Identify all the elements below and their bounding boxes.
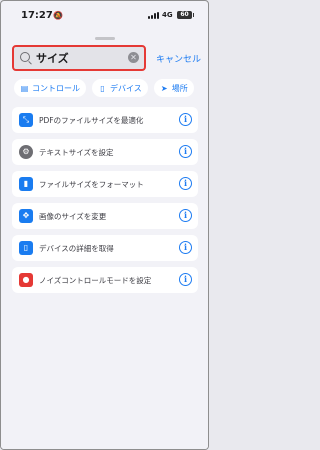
search-icon: [20, 52, 30, 62]
result-item-optimize-pdf[interactable]: ⤡ PDFのファイルサイズを最適化 i: [12, 107, 198, 133]
result-item-format-file-size[interactable]: ▮ ファイルサイズをフォーマット i: [12, 171, 198, 197]
chip-label: 場所: [171, 83, 188, 93]
info-icon[interactable]: i: [179, 273, 192, 286]
chip-device[interactable]: ▯ デバイス: [92, 79, 148, 97]
status-bar: 17:27 🔕 4G 60: [1, 1, 208, 29]
chip-control[interactable]: ▤ コントロール: [14, 79, 86, 97]
result-label: PDFのファイルサイズを最適化: [39, 116, 144, 125]
chip-location[interactable]: ➤ 場所: [153, 79, 194, 97]
info-icon[interactable]: i: [179, 145, 192, 158]
resize-arrows-icon: ✥: [19, 209, 33, 223]
clear-search-icon[interactable]: ✕: [128, 52, 139, 63]
file-icon: ▮: [19, 177, 33, 191]
network-type: 4G: [162, 11, 173, 19]
result-list: ⤡ PDFのファイルサイズを最適化 i ⚙ テキストサイズを設定 i ▮ ファイ…: [12, 107, 198, 299]
result-item-text-size[interactable]: ⚙ テキストサイズを設定 i: [12, 139, 198, 165]
device-icon: ▯: [19, 241, 33, 255]
noise-control-icon: ●: [19, 273, 33, 287]
battery-icon: 60: [177, 11, 192, 19]
location-arrow-icon: ➤: [160, 83, 168, 93]
action-search-sheet: ✕ キャンセル ▤ コントロール ▯ デバイス ➤ 場所 ⤡ PDFのファイルサ…: [1, 31, 208, 449]
cancel-button[interactable]: キャンセル: [156, 52, 201, 65]
info-icon[interactable]: i: [179, 209, 192, 222]
toggle-icon: ▤: [20, 83, 29, 93]
compress-arrows-icon: ⤡: [19, 113, 33, 127]
battery-cap: [193, 13, 194, 17]
phone-icon: ▯: [100, 83, 105, 93]
status-time: 17:27: [21, 10, 53, 21]
search-input[interactable]: [36, 50, 126, 66]
result-label: デバイスの詳細を取得: [39, 244, 114, 253]
result-item-noise-control[interactable]: ● ノイズコントロールモードを設定 i: [12, 267, 198, 293]
signal-icon: [148, 12, 159, 19]
settings-gear-icon: ⚙: [19, 145, 33, 159]
phone-screen: 17:27 🔕 4G 60 ✕ キャンセル ▤ コントロール ▯ デバイス: [0, 0, 209, 450]
category-chips: ▤ コントロール ▯ デバイス ➤ 場所: [14, 79, 194, 97]
info-icon[interactable]: i: [179, 241, 192, 254]
silent-bell-icon: 🔕: [53, 11, 63, 20]
chip-label: コントロール: [32, 83, 80, 93]
result-item-resize-image[interactable]: ✥ 画像のサイズを変更 i: [12, 203, 198, 229]
result-label: ノイズコントロールモードを設定: [39, 276, 152, 285]
result-item-device-details[interactable]: ▯ デバイスの詳細を取得 i: [12, 235, 198, 261]
result-label: ファイルサイズをフォーマット: [39, 180, 144, 189]
info-icon[interactable]: i: [179, 177, 192, 190]
sheet-grabber[interactable]: [95, 37, 115, 40]
info-icon[interactable]: i: [179, 113, 192, 126]
result-label: テキストサイズを設定: [39, 148, 114, 157]
chip-label: デバイス: [110, 83, 142, 93]
search-field[interactable]: ✕: [12, 45, 146, 71]
result-label: 画像のサイズを変更: [39, 212, 107, 221]
